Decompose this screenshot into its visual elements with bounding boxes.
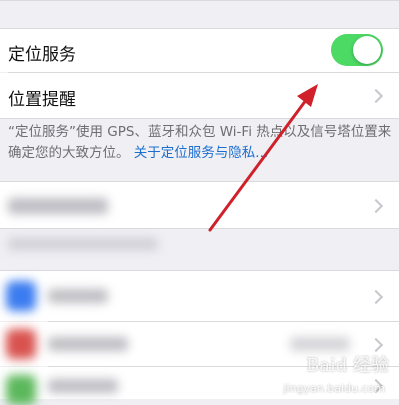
annotation-arrow	[208, 84, 318, 232]
arrow-head	[297, 84, 318, 107]
baidu-watermark: Baid 经验	[306, 355, 389, 376]
arrow-line	[208, 90, 314, 232]
baidu-watermark-url: jingyan.baidu.com	[283, 382, 385, 395]
